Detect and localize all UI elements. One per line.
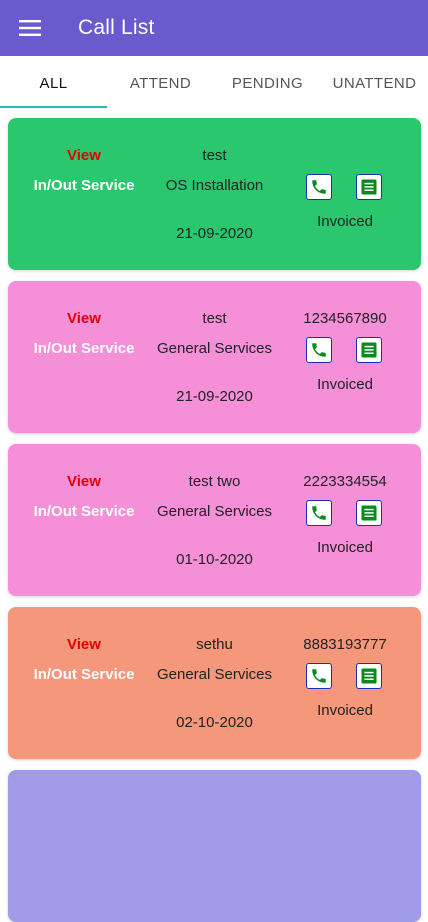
invoice-icon — [361, 179, 377, 195]
phone-icon — [312, 180, 326, 194]
status-label: Invoiced — [317, 702, 373, 719]
status-label: Invoiced — [317, 376, 373, 393]
view-link[interactable]: View — [8, 636, 160, 653]
service-name: General Services — [156, 340, 273, 357]
invoice-icon — [361, 668, 377, 684]
service-date: 01-10-2020 — [176, 551, 253, 568]
service-name: General Services — [156, 666, 273, 683]
invoice-icon — [361, 505, 377, 521]
view-link[interactable]: View — [8, 473, 160, 490]
invoice-button[interactable] — [356, 174, 382, 200]
invoice-button[interactable] — [356, 663, 382, 689]
service-type-label: In/Out Service — [33, 177, 135, 194]
call-button[interactable] — [306, 174, 332, 200]
call-button[interactable] — [306, 500, 332, 526]
service-type-label: In/Out Service — [33, 666, 135, 683]
service-date: 21-09-2020 — [176, 388, 253, 405]
phone-number: 2223334554 — [303, 473, 387, 490]
tab-pending[interactable]: PENDING — [214, 58, 321, 108]
phone-number: 1234567890 — [303, 310, 387, 327]
invoice-button[interactable] — [356, 337, 382, 363]
call-card: View In/Out Service test General Service… — [8, 281, 421, 433]
customer-name: sethu — [196, 636, 233, 653]
invoice-button[interactable] — [356, 500, 382, 526]
tab-bar: ALL ATTEND PENDING UNATTEND — [0, 58, 428, 108]
service-type-label: In/Out Service — [33, 340, 135, 357]
call-card: View In/Out Service test OS Installation… — [8, 118, 421, 270]
service-date: 21-09-2020 — [176, 225, 253, 242]
service-name: General Services — [156, 503, 273, 520]
menu-icon — [19, 20, 41, 36]
customer-name: test — [202, 310, 227, 327]
customer-name: test two — [188, 473, 241, 490]
tab-unattend[interactable]: UNATTEND — [321, 58, 428, 108]
menu-button[interactable] — [10, 8, 50, 48]
view-link[interactable]: View — [8, 147, 160, 164]
status-label: Invoiced — [317, 213, 373, 230]
status-label: Invoiced — [317, 539, 373, 556]
page-title: Call List — [78, 16, 155, 39]
phone-icon — [312, 343, 326, 357]
call-button[interactable] — [306, 663, 332, 689]
call-card: View In/Out Service test two General Ser… — [8, 444, 421, 596]
phone-icon — [312, 506, 326, 520]
view-link[interactable]: View — [8, 310, 160, 327]
invoice-icon — [361, 342, 377, 358]
service-type-label: In/Out Service — [33, 503, 135, 520]
call-card[interactable] — [8, 770, 421, 922]
call-button[interactable] — [306, 337, 332, 363]
app-bar: Call List — [0, 0, 428, 56]
service-date: 02-10-2020 — [176, 714, 253, 731]
customer-name: test — [202, 147, 227, 164]
tab-attend[interactable]: ATTEND — [107, 58, 214, 108]
tab-all[interactable]: ALL — [0, 58, 107, 108]
call-card: View In/Out Service sethu General Servic… — [8, 607, 421, 759]
service-name: OS Installation — [165, 177, 264, 194]
phone-number: 8883193777 — [303, 636, 387, 653]
phone-icon — [312, 669, 326, 683]
